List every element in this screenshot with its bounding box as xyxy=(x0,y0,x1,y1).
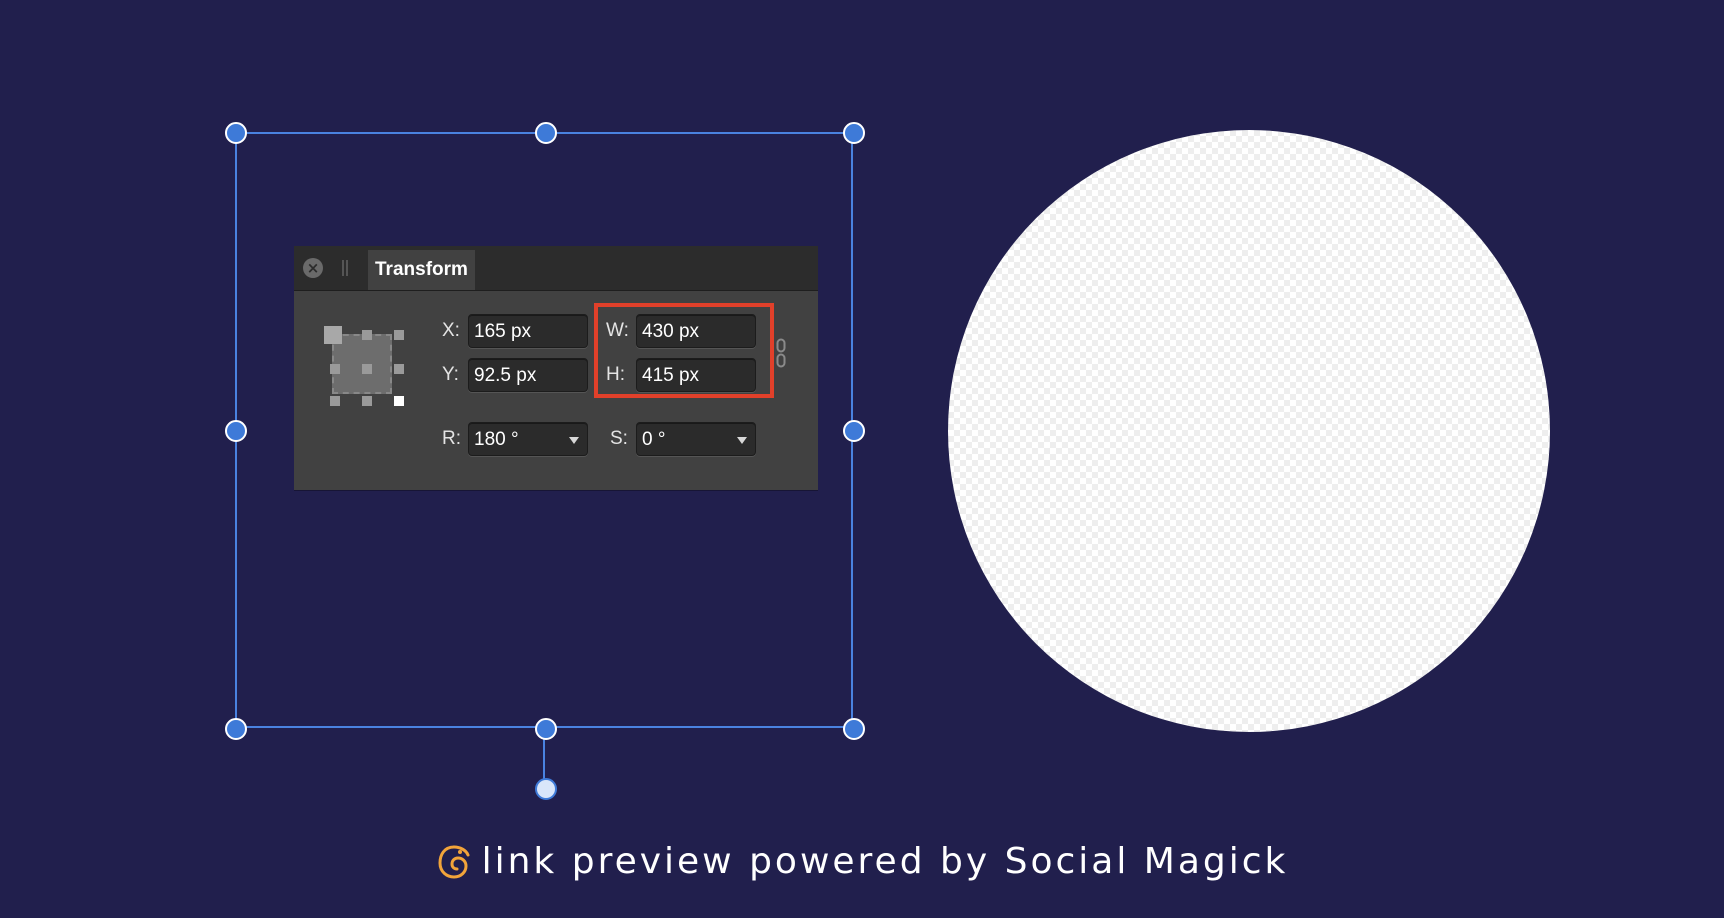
resize-handle-top-middle[interactable] xyxy=(535,122,557,144)
anchor-point-middle-left[interactable] xyxy=(330,364,340,374)
resize-handle-middle-right[interactable] xyxy=(843,420,865,442)
anchor-point-top-left[interactable] xyxy=(324,326,342,344)
footer-text: link preview powered by Social Magick xyxy=(481,840,1289,882)
anchor-point-selector[interactable] xyxy=(324,326,408,410)
shear-label: S: xyxy=(610,428,628,449)
rotation-dropdown[interactable]: 180 ° xyxy=(468,422,588,456)
anchor-point-center[interactable] xyxy=(362,364,372,374)
resize-handle-middle-left[interactable] xyxy=(225,420,247,442)
footer: link preview powered by Social Magick xyxy=(0,836,1724,886)
shear-dropdown[interactable]: 0 ° xyxy=(636,422,756,456)
anchor-point-top-right[interactable] xyxy=(394,330,404,340)
y-position-field[interactable]: 92.5 px xyxy=(468,358,588,392)
anchor-point-middle-right[interactable] xyxy=(394,364,404,374)
anchor-point-bottom-right[interactable] xyxy=(394,396,404,406)
resize-handle-bottom-left[interactable] xyxy=(225,718,247,740)
rotation-handle[interactable] xyxy=(535,778,557,800)
anchor-point-bottom-center[interactable] xyxy=(362,396,372,406)
y-label: Y: xyxy=(442,364,459,385)
drag-grip-icon[interactable] xyxy=(342,260,348,276)
close-icon[interactable]: × xyxy=(303,258,323,278)
design-canvas[interactable]: × Transform X: 165 px Y: 92.5 px W: 430 … xyxy=(0,0,1724,920)
resize-handle-bottom-middle[interactable] xyxy=(535,718,557,740)
anchor-point-bottom-left[interactable] xyxy=(330,396,340,406)
width-height-highlight xyxy=(594,303,774,398)
x-position-field[interactable]: 165 px xyxy=(468,314,588,348)
resize-handle-top-right[interactable] xyxy=(843,122,865,144)
resize-handle-bottom-right[interactable] xyxy=(843,718,865,740)
x-label: X: xyxy=(442,320,460,341)
resize-handle-top-left[interactable] xyxy=(225,122,247,144)
tab-transform[interactable]: Transform xyxy=(368,250,475,290)
chameleon-logo-icon xyxy=(438,845,470,879)
panel-header: × Transform xyxy=(294,246,818,291)
anchor-point-top-center[interactable] xyxy=(362,330,372,340)
transparent-circle-shape[interactable] xyxy=(948,130,1550,732)
chain-link-icon[interactable] xyxy=(776,338,786,368)
rotation-label: R: xyxy=(442,428,461,449)
